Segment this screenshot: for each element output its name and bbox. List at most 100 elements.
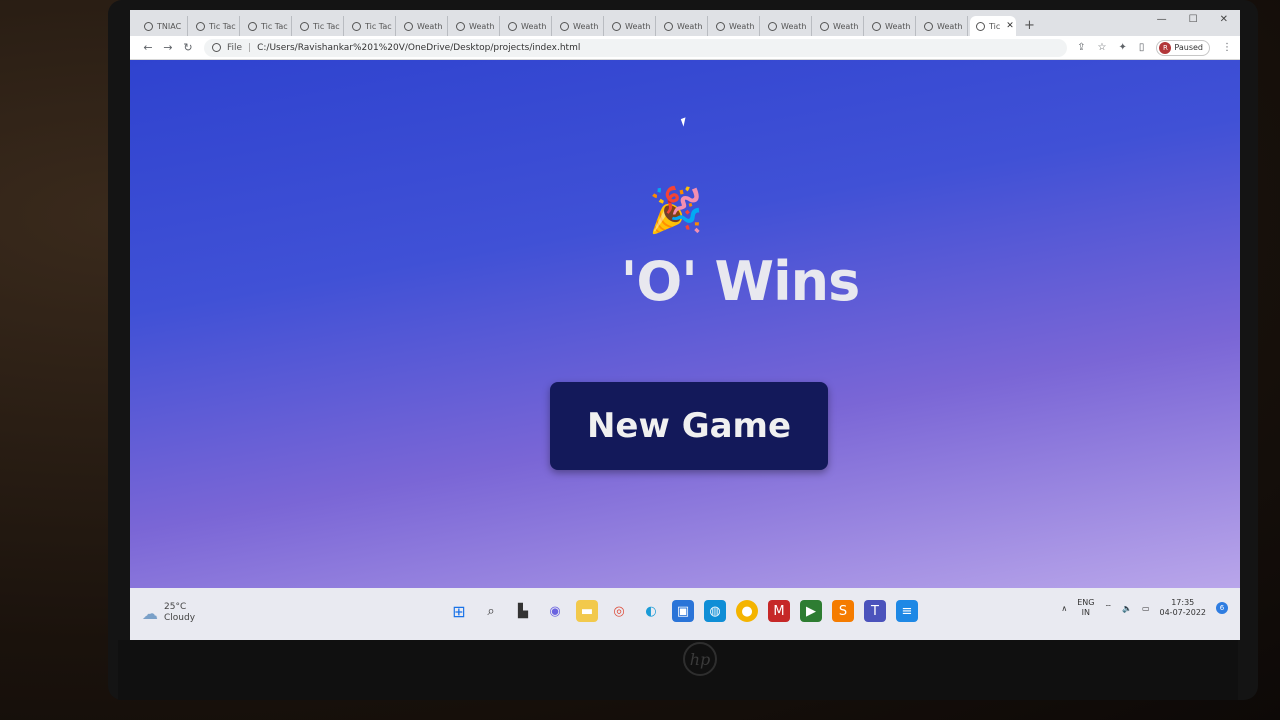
chat-icon[interactable]: ◉ [544,600,566,622]
toolbar-actions: ⇪ ☆ ✦ ▯ R Paused ⋮ [1077,39,1232,56]
result-message: 'O' Wins [620,250,860,313]
extensions-puzzle-icon[interactable]: ✦ [1118,42,1126,53]
globe-icon [560,21,569,31]
tab-4[interactable]: Tic Tac [346,16,396,36]
forward-icon[interactable]: → [158,41,178,54]
tab-15[interactable]: Weath [918,16,968,36]
app-icon[interactable]: ◍ [704,600,726,622]
battery-icon[interactable]: ▭ [1142,604,1150,613]
tab-13[interactable]: Weath [814,16,864,36]
task-view-icon[interactable]: ▙ [512,600,534,622]
tab-9[interactable]: Weath [606,16,656,36]
hp-logo: hp [683,642,717,676]
windows-taskbar: ☁ 25°C Cloudy ⊞ ⌕ ▙ ◉ ▬ ◎ ◐ ▣ ◍ ● M ▶ S … [130,588,1240,640]
tab-label: Weath [417,21,443,31]
browser-toolbar: ← → ↻ File | C:/Users/Ravishankar%201%20… [130,36,1240,60]
globe-icon [612,21,621,31]
globe-icon [924,21,933,31]
clock-date: 04-07-2022 [1159,608,1207,617]
side-panel-icon[interactable]: ▯ [1139,42,1145,53]
close-tab-icon[interactable]: ✕ [1006,21,1014,31]
tab-1[interactable]: Tic Tac [190,16,240,36]
back-icon[interactable]: ← [138,41,158,54]
tab-10[interactable]: Weath [658,16,708,36]
tab-label: Weath [573,21,599,31]
notification-badge[interactable]: 6 [1216,602,1228,614]
edge-icon[interactable]: ◐ [640,600,662,622]
meet-icon[interactable]: ▶ [800,600,822,622]
laptop-chin [118,640,1238,700]
globe-icon [144,21,153,31]
bookmark-star-icon[interactable]: ☆ [1098,42,1107,53]
globe-icon [248,21,257,31]
new-tab-button[interactable]: + [1024,16,1035,36]
tab-label: Tic Tac [365,21,392,31]
tab-6[interactable]: Weath [450,16,500,36]
tab-11[interactable]: Weath [710,16,760,36]
tab-label: Weath [885,21,911,31]
party-popper-icon: 🎉 [648,185,704,236]
app-icon-yellow[interactable]: ● [736,600,758,622]
minimize-icon[interactable]: — [1157,14,1167,25]
avatar: R [1159,41,1172,54]
globe-icon [404,21,413,31]
file-explorer-icon[interactable]: ▬ [576,600,598,622]
globe-icon [872,21,881,31]
maximize-icon[interactable]: ☐ [1189,14,1198,25]
tab-label: Tic Tac [313,21,340,31]
taskbar-apps: ⊞ ⌕ ▙ ◉ ▬ ◎ ◐ ▣ ◍ ● M ▶ S T ≡ [448,600,918,622]
start-windows-icon[interactable]: ⊞ [448,600,470,622]
browser-tabstrip: TNIAC Tic Tac Tic Tac Tic Tac Tic Tac We… [130,10,1240,36]
teams-icon[interactable]: T [864,600,886,622]
url-separator: | [248,42,252,53]
profile-status: Paused [1174,43,1203,52]
menu-kebab-icon[interactable]: ⋮ [1222,42,1232,53]
sublime-icon[interactable]: S [832,600,854,622]
tab-14[interactable]: Weath [866,16,916,36]
tab-12[interactable]: Weath [762,16,812,36]
tab-label: Weath [729,21,755,31]
url-scheme: File [227,42,243,53]
tab-8[interactable]: Weath [554,16,604,36]
tray-overflow-icon[interactable]: ∧ [1061,604,1067,613]
tab-2[interactable]: Tic Tac [242,16,292,36]
notepad-icon[interactable]: ≡ [896,600,918,622]
language-indicator[interactable]: ENG IN [1077,598,1094,618]
profile-button[interactable]: R Paused [1156,39,1210,56]
globe-icon [300,21,309,31]
tab-label: Tic Tac [261,21,288,31]
weather-condition: Cloudy [164,613,196,623]
address-bar[interactable]: File | C:/Users/Ravishankar%201%20V/OneD… [204,38,1068,57]
new-game-button[interactable]: New Game [550,382,828,470]
tab-active[interactable]: Tic ✕ [970,16,1016,36]
close-window-icon[interactable]: ✕ [1220,14,1228,25]
tab-5[interactable]: Weath [398,16,448,36]
system-tray: ∧ ENG IN ⌔ 🔈 ▭ 17:35 04-07-2022 6 [1061,598,1228,618]
globe-icon [352,21,361,31]
tab-label: Weath [781,21,807,31]
info-icon[interactable] [212,43,221,52]
cloud-icon: ☁ [142,603,158,623]
globe-icon [976,21,985,31]
weather-widget[interactable]: ☁ 25°C Cloudy [142,602,195,624]
tab-0[interactable]: TNIAC [138,16,188,36]
clock[interactable]: 17:35 04-07-2022 [1160,598,1207,618]
tab-7[interactable]: Weath [502,16,552,36]
tab-label: Weath [833,21,859,31]
url-text: C:/Users/Ravishankar%201%20V/OneDrive/De… [257,42,581,53]
volume-icon[interactable]: 🔈 [1122,604,1132,613]
mcafee-icon[interactable]: M [768,600,790,622]
region-code: IN [1081,608,1090,617]
chrome-icon[interactable]: ◎ [608,600,630,622]
store-icon[interactable]: ▣ [672,600,694,622]
reload-icon[interactable]: ↻ [178,41,198,54]
game-page: 🎉 'O' Wins New Game [130,60,1240,588]
tab-label: Weath [469,21,495,31]
wifi-icon[interactable]: ⌔ [1104,603,1112,613]
tab-3[interactable]: Tic Tac [294,16,344,36]
tab-label: Weath [677,21,703,31]
search-icon[interactable]: ⌕ [480,600,502,622]
clock-time: 17:35 [1171,598,1195,607]
share-icon[interactable]: ⇪ [1077,42,1085,53]
globe-icon [196,21,205,31]
